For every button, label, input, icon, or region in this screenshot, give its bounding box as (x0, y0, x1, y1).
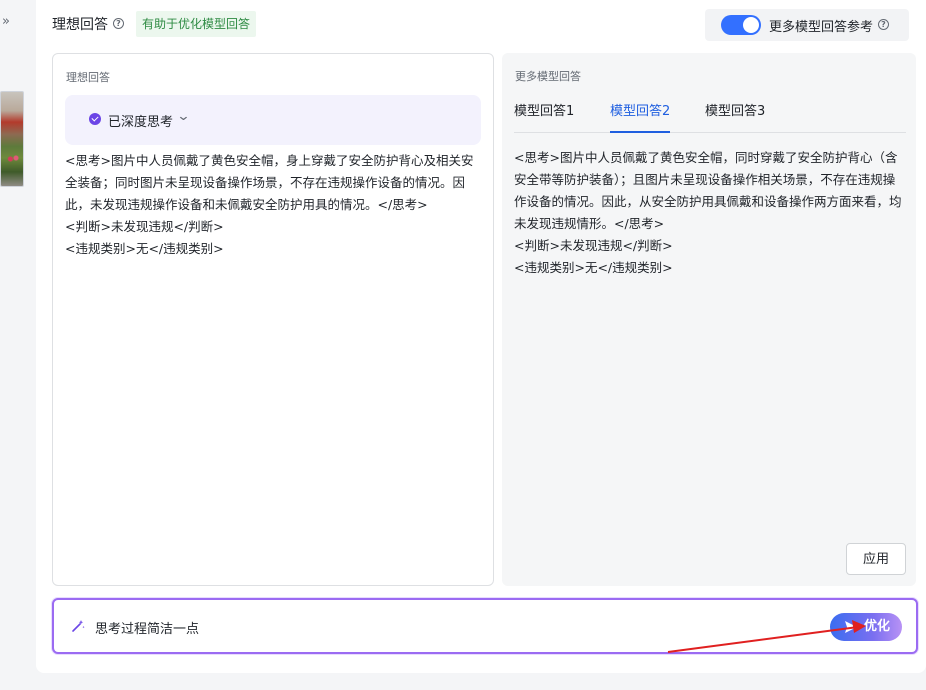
tab-model-answer-2[interactable]: 模型回答2 (610, 103, 671, 133)
page-title: 理想回答 (52, 17, 108, 33)
ideal-answer-text[interactable]: <思考>图片中人员佩戴了黄色安全帽，身上穿戴了安全防护背心及相关安全装备；同时图… (65, 150, 483, 260)
magic-wand-icon (72, 620, 85, 632)
deep-think-toggle[interactable]: 已深度思考 ⌄ (65, 95, 481, 145)
deep-think-label: 已深度思考 (108, 115, 174, 130)
ideal-answer-label: 理想回答 (66, 71, 110, 84)
tab-model-answer-3[interactable]: 模型回答3 (705, 103, 765, 133)
hint-badge: 有助于优化模型回答 (136, 11, 257, 37)
more-answers-card: 更多模型回答 模型回答1 模型回答2 模型回答3 <思考>图片中人员佩戴了黄色安… (502, 53, 916, 586)
more-answers-label: 更多模型回答 (515, 70, 581, 83)
optimize-button[interactable]: 优化 (830, 613, 902, 641)
chevron-down-icon[interactable]: ⌄ (176, 109, 190, 124)
main-panel: 理想回答 ? 有助于优化模型回答 更多模型回答参考 ? 理想回答 已深度思考 ⌄… (36, 0, 926, 673)
prompt-text: 思考过程简洁一点 (95, 622, 200, 637)
image-thumbnail[interactable] (0, 91, 24, 187)
help-icon[interactable]: ? (113, 18, 124, 29)
more-answers-toggle[interactable] (721, 15, 761, 35)
tab-model-answer-1[interactable]: 模型回答1 (514, 103, 574, 133)
optimize-prompt-input[interactable]: 思考过程简洁一点 优化 (52, 598, 918, 654)
help-icon[interactable]: ? (878, 19, 889, 30)
expand-sidebar-icon[interactable]: » (2, 14, 18, 30)
model-answer-text: <思考>图片中人员佩戴了黄色安全帽，同时穿戴了安全防护背心（含安全带等防护装备）… (514, 150, 902, 275)
apply-button[interactable]: 应用 (846, 543, 906, 575)
send-icon (845, 621, 857, 633)
toggle-knob (743, 17, 759, 33)
toggle-label: 更多模型回答参考 (769, 20, 874, 35)
check-circle-icon (89, 113, 101, 125)
more-answers-toggle-container: 更多模型回答参考 ? (705, 9, 909, 41)
optimize-label: 优化 (864, 619, 891, 634)
left-rail: » (0, 0, 36, 690)
model-answer-tabs: 模型回答1 模型回答2 模型回答3 (514, 103, 906, 133)
ideal-answer-card: 理想回答 已深度思考 ⌄ <思考>图片中人员佩戴了黄色安全帽，身上穿戴了安全防护… (52, 53, 494, 586)
